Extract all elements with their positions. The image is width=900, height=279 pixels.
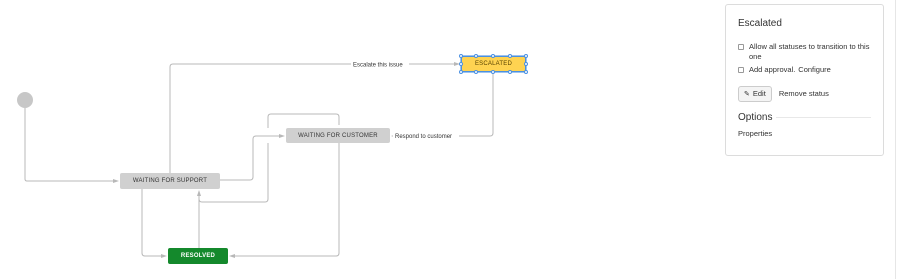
pencil-icon: ✎ — [744, 90, 750, 98]
add-approval-label: Add approval. — [749, 65, 796, 74]
resize-handle[interactable] — [524, 54, 528, 58]
edit-label: Edit — [752, 89, 766, 98]
add-approval-checkbox[interactable] — [738, 66, 744, 73]
connector-escalated-to-customer — [396, 72, 494, 137]
panel-actions: ✎ Edit Remove status — [738, 85, 871, 102]
status-properties-panel: Escalated Allow all statuses to transiti… — [725, 4, 884, 156]
allow-all-label: Allow all statuses to transition to this… — [749, 42, 870, 61]
arrowhead — [161, 254, 167, 258]
resize-handle[interactable] — [491, 70, 495, 74]
start-node[interactable] — [17, 92, 33, 108]
options-section: Options — [738, 112, 871, 123]
arrowhead — [113, 179, 119, 183]
connector-customer-to-resolved — [234, 143, 340, 257]
remove-status-link[interactable]: Remove status — [779, 89, 829, 98]
options-heading: Options — [738, 111, 773, 123]
section-divider — [776, 116, 871, 118]
configure-link[interactable]: Configure — [798, 65, 831, 75]
resize-handle[interactable] — [508, 54, 512, 58]
status-waiting-for-support[interactable]: WAITING FOR SUPPORT — [120, 173, 220, 189]
transition-label-respond[interactable]: Respond to customer — [395, 134, 452, 140]
resize-handle[interactable] — [459, 70, 463, 74]
connector-support-to-escalated — [169, 63, 455, 173]
status-resolved[interactable]: RESOLVED — [168, 248, 228, 264]
resize-handle[interactable] — [459, 62, 463, 66]
add-approval-option[interactable]: Add approval. Configure — [738, 65, 871, 75]
edit-button[interactable]: ✎ Edit — [738, 85, 772, 102]
arrowhead — [229, 254, 235, 258]
resize-handle[interactable] — [524, 62, 528, 66]
transition-label-escalate[interactable]: Escalate this issue — [353, 63, 403, 69]
panel-scroll-edge — [895, 0, 896, 279]
resize-handle[interactable] — [474, 70, 478, 74]
allow-all-checkbox[interactable] — [738, 43, 744, 50]
connector-support-to-resolved — [141, 189, 162, 257]
allow-all-option[interactable]: Allow all statuses to transition to this… — [738, 42, 871, 61]
resize-handle[interactable] — [474, 54, 478, 58]
resize-handle[interactable] — [524, 70, 528, 74]
status-waiting-for-customer[interactable]: WAITING FOR CUSTOMER — [286, 128, 390, 143]
resize-handle[interactable] — [459, 54, 463, 58]
resize-handle[interactable] — [508, 70, 512, 74]
connector-start-to-waiting-support — [24, 108, 114, 182]
resize-handle[interactable] — [491, 54, 495, 58]
arrowhead — [279, 134, 285, 138]
connector-support-to-customer — [220, 135, 280, 181]
properties-link[interactable]: Properties — [738, 129, 871, 138]
panel-title: Escalated — [738, 18, 782, 29]
